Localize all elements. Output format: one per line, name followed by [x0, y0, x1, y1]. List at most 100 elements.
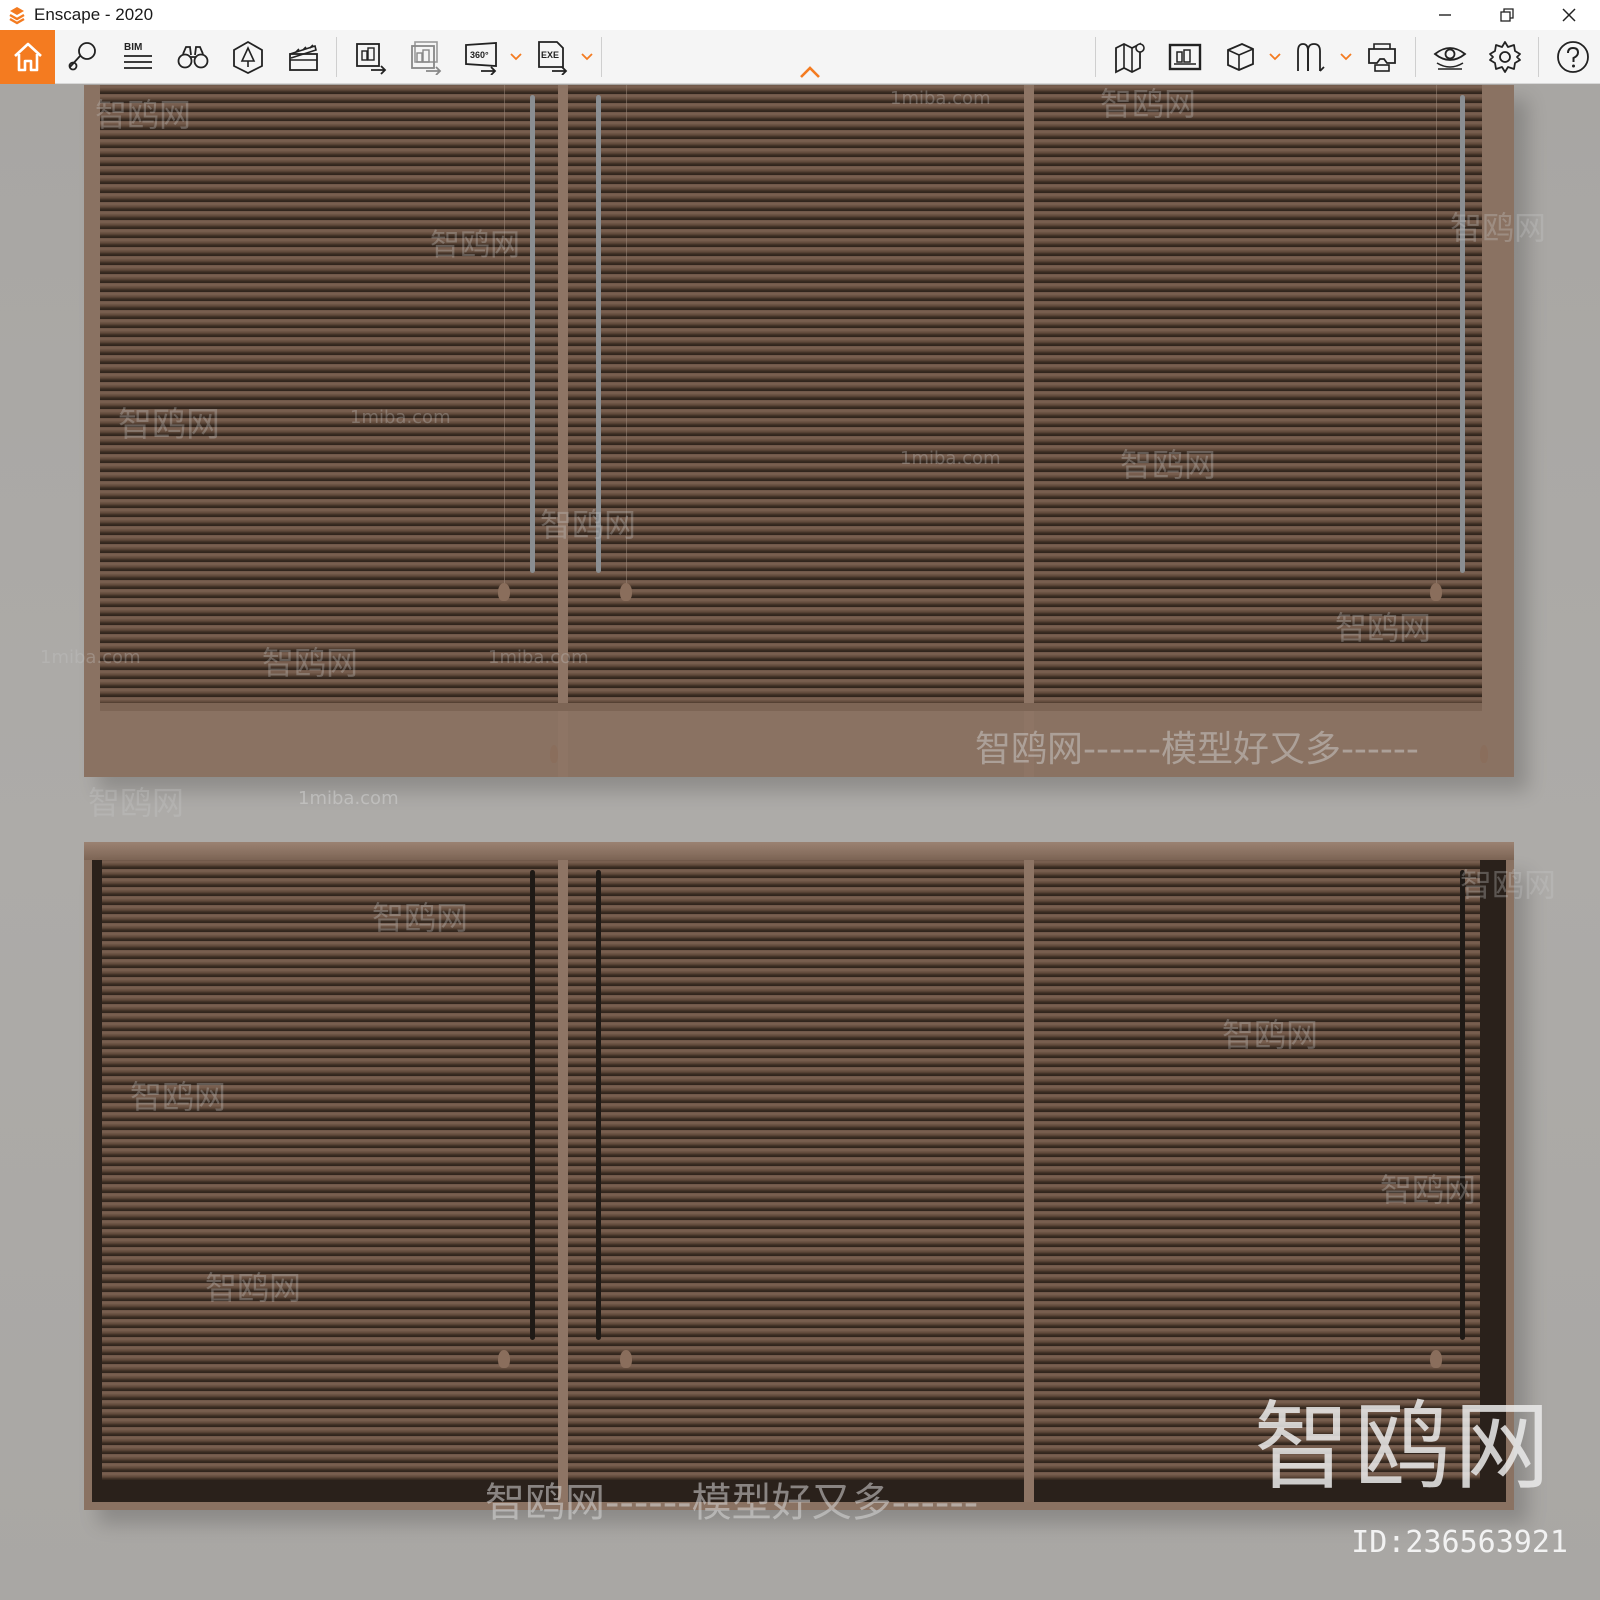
tilt-wand — [530, 95, 535, 573]
watermark-text: 1miba.com — [488, 647, 589, 668]
help-icon — [1556, 41, 1589, 73]
watermark-text: 智鸥网 — [88, 784, 185, 822]
watermark-text: 智鸥网 — [1120, 446, 1217, 484]
frame-divider — [558, 860, 568, 1502]
exe-dropdown[interactable] — [579, 30, 595, 84]
binoculars-icon — [177, 45, 208, 68]
collapse-toolbar-chevron-icon[interactable] — [798, 64, 822, 80]
chevron-down-icon — [1269, 53, 1281, 61]
material-dropdown[interactable] — [1338, 30, 1354, 84]
visual-settings-button[interactable] — [1157, 30, 1212, 84]
enscape-toolbar: BIM 360° EXE — [0, 29, 1600, 84]
batch-render-button[interactable] — [398, 30, 453, 84]
blind-panel — [568, 860, 1024, 1480]
map-icon — [1114, 42, 1145, 74]
enscape-logo-icon — [6, 4, 28, 26]
cord-tassel — [550, 745, 558, 763]
blind-panel — [568, 85, 1024, 710]
watermark-text: 智鸥网 — [1335, 609, 1432, 647]
restore-icon — [1500, 8, 1514, 22]
toolbar-separator — [336, 36, 337, 77]
watermark-text: 智鸥网 — [95, 96, 192, 134]
live-view-button[interactable] — [1422, 30, 1477, 84]
bim-info-button[interactable]: BIM — [110, 30, 165, 84]
minimize-button[interactable] — [1414, 0, 1476, 30]
watermark-text: 智鸥网 — [1380, 1171, 1477, 1209]
render-export-icon — [355, 42, 386, 75]
panorama-export-button[interactable]: 360° — [453, 30, 508, 84]
help-button[interactable] — [1545, 30, 1600, 84]
vr-headset-button[interactable] — [1354, 30, 1409, 84]
asset-library-button[interactable] — [220, 30, 275, 84]
screenshot-export-button[interactable] — [343, 30, 398, 84]
watermark-banner: 智鸥网------模型好又多------ — [975, 729, 1419, 770]
video-editor-button[interactable] — [275, 30, 330, 84]
view-management-button[interactable] — [55, 30, 110, 84]
watermark-text: 智鸥网 — [130, 1078, 227, 1116]
view-mode-button[interactable] — [1212, 30, 1267, 84]
watermark-text: 1miba.com — [350, 407, 451, 428]
watermark-text: 1miba.com — [40, 647, 141, 668]
watermark-text: 智鸥网 — [1450, 209, 1547, 247]
clapperboard-icon — [288, 43, 318, 71]
window-title: Enscape - 2020 — [34, 5, 154, 24]
watermark-logo: 智鸥网 — [1254, 1391, 1554, 1503]
title-bar: Enscape - 2020 — [0, 0, 1600, 30]
map-button[interactable] — [1102, 30, 1157, 84]
panorama-label: 360° — [470, 50, 489, 60]
watermark-text: 智鸥网 — [118, 405, 220, 445]
watermark-text: 1miba.com — [298, 788, 399, 809]
eye-icon — [1433, 47, 1466, 70]
cube-icon — [1226, 43, 1254, 71]
model-id-label: ID:236563921 — [1351, 1525, 1568, 1560]
batch-render-icon — [410, 40, 441, 75]
tilt-wand — [596, 870, 601, 1340]
toolbar-separator — [601, 36, 602, 77]
walk-mode-button[interactable] — [165, 30, 220, 84]
toolbar-separator — [1415, 37, 1416, 77]
cord-tassel — [1430, 583, 1442, 601]
cord-tassel — [1480, 745, 1488, 763]
minimize-icon — [1439, 14, 1451, 16]
frame-divider — [1024, 860, 1034, 1502]
cord-tassel — [1430, 1350, 1442, 1368]
enscape-window: Enscape - 2020 BIM 360° EXE 智鸥网 1miba.co… — [0, 0, 1600, 1600]
vr-headset-icon — [1367, 43, 1396, 72]
watermark-text: 智鸥网 — [205, 1269, 302, 1307]
watermark-text: 1miba.com — [890, 88, 991, 109]
watermark-text: 智鸥网 — [1222, 1016, 1319, 1054]
blind-panel — [102, 860, 558, 1480]
exe-export-icon: EXE — [537, 40, 567, 75]
asset-tree-icon — [232, 40, 263, 74]
watermark-text: 智鸥网 — [1460, 866, 1557, 904]
chevron-down-icon — [510, 52, 522, 60]
panorama-dropdown[interactable] — [508, 30, 524, 84]
gear-icon — [1488, 41, 1521, 73]
lift-cord — [504, 85, 505, 585]
watermark-text: 1miba.com — [900, 448, 1001, 469]
watermark-text: 智鸥网 — [540, 506, 637, 544]
frame-divider — [558, 85, 568, 777]
watermark-text: 智鸥网 — [1100, 85, 1197, 123]
home-icon — [13, 42, 42, 71]
exe-label: EXE — [541, 50, 559, 60]
watermark-text: 智鸥网 — [262, 644, 359, 682]
material-icon — [1296, 43, 1325, 72]
chevron-down-icon — [581, 52, 593, 60]
toolbar-separator — [1538, 37, 1539, 77]
cord-tassel — [620, 1350, 632, 1368]
bim-label: BIM — [124, 42, 142, 53]
settings-button[interactable] — [1477, 30, 1532, 84]
home-button[interactable] — [0, 29, 55, 84]
material-editor-button[interactable] — [1283, 30, 1338, 84]
restore-button[interactable] — [1476, 0, 1538, 30]
headrail — [84, 842, 1514, 860]
camera-pin-icon — [68, 41, 96, 70]
view-mode-dropdown[interactable] — [1267, 30, 1283, 84]
render-viewport[interactable]: 智鸥网 1miba.com 智鸥网 智鸥网 智鸥网 智鸥网 1miba.com … — [0, 85, 1600, 1600]
visual-settings-icon — [1168, 43, 1201, 71]
tilt-wand — [530, 870, 535, 1340]
close-button[interactable] — [1538, 0, 1600, 30]
exe-export-button[interactable]: EXE — [524, 30, 579, 84]
watermark-text: 智鸥网 — [430, 228, 520, 263]
